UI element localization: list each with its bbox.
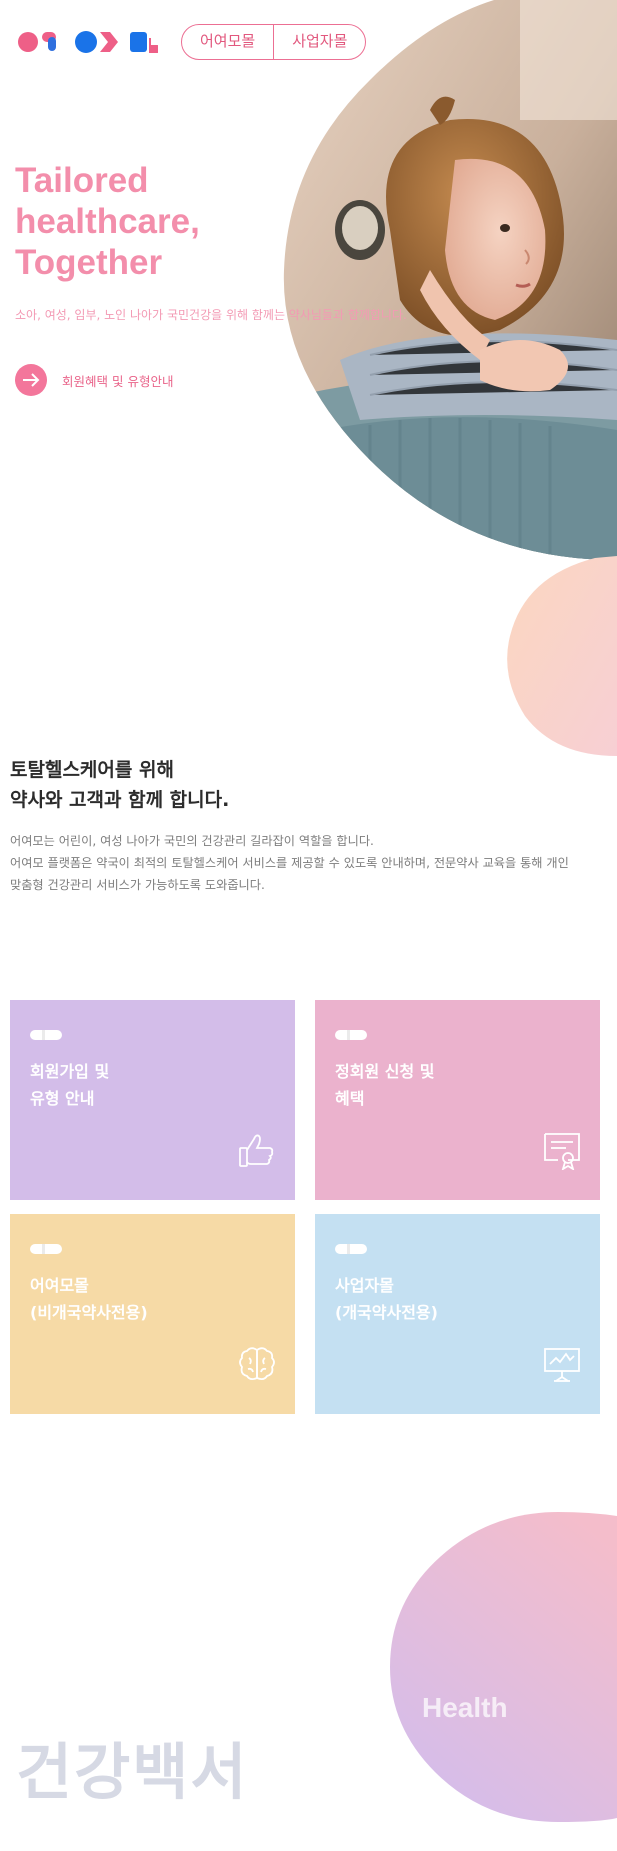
card-regular-member[interactable]: 정회원 신청 및 혜택 <box>315 1000 600 1200</box>
brand-logo[interactable] <box>18 28 158 56</box>
card-yeoyeomo-mall[interactable]: 어여모몰 (비개국약사전용) <box>10 1214 295 1414</box>
card-signup-guide[interactable]: 회원가입 및 유형 안내 <box>10 1000 295 1200</box>
decorative-peach-circle <box>507 556 617 756</box>
decorative-gradient-circle <box>390 1512 617 1822</box>
hero-title: Tailored healthcare, Together <box>15 161 200 282</box>
pill-icon <box>30 1030 62 1040</box>
health-label: Health <box>422 1692 508 1723</box>
card-title: 회원가입 및 유형 안내 <box>30 1062 110 1108</box>
brain-icon <box>239 1347 275 1381</box>
pill-icon <box>30 1244 62 1254</box>
health-whitepaper-title: 건강백서 <box>16 1737 249 1808</box>
presentation-icon <box>544 1348 580 1382</box>
card-business-mall[interactable]: 사업자몰 (개국약사전용) <box>315 1214 600 1414</box>
intro-title: 토탈헬스케어를 위해 약사와 고객과 함께 합니다. <box>10 759 230 811</box>
thumbs-up-icon <box>239 1134 274 1167</box>
card-title: 어여모몰 (비개국약사전용) <box>30 1276 148 1322</box>
arrow-right-icon <box>15 364 47 396</box>
member-benefits-link[interactable]: 회원혜택 및 유형안내 <box>15 364 173 396</box>
tab-mall[interactable]: 어여모몰 <box>182 25 273 59</box>
intro-description: 어여모는 어린이, 여성 나아가 국민의 건강관리 길라잡이 역할을 합니다. … <box>10 834 569 892</box>
cta-label: 회원혜택 및 유형안내 <box>62 373 174 389</box>
hero-subtitle: 소아, 여성, 임부, 노인 나아가 국민건강을 위해 함께는 약사님들과 함께… <box>15 308 407 322</box>
card-title: 사업자몰 (개국약사전용) <box>335 1276 438 1322</box>
hero-photo <box>283 0 617 560</box>
card-title: 정회원 신청 및 혜택 <box>335 1062 435 1108</box>
certificate-icon <box>544 1133 580 1170</box>
pill-icon <box>335 1244 367 1254</box>
pill-icon <box>335 1030 367 1040</box>
